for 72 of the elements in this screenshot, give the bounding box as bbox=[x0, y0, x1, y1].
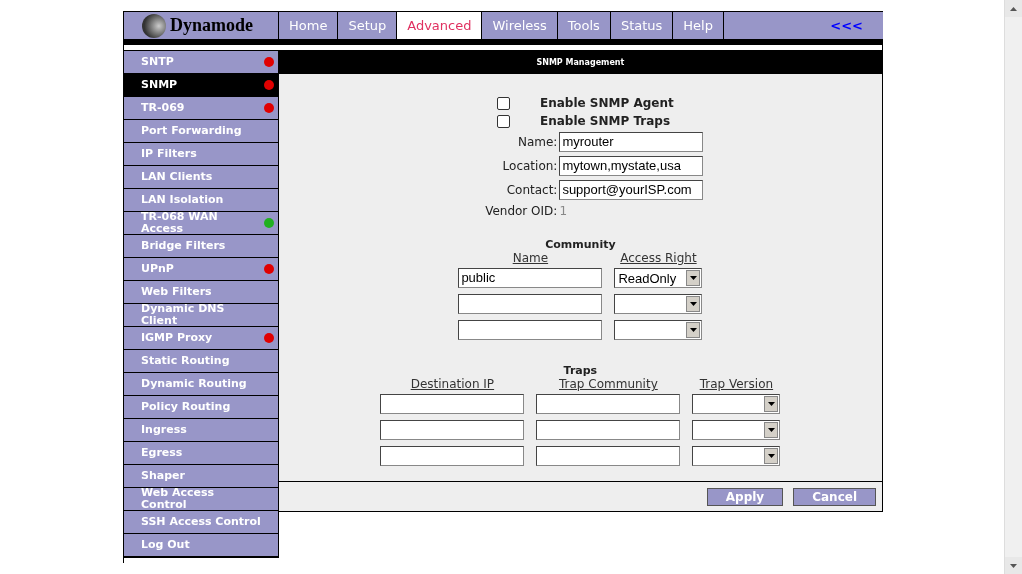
sidebar-item[interactable]: Egress bbox=[124, 442, 278, 465]
sidebar-item[interactable]: IP Filters bbox=[124, 143, 278, 166]
sidebar-item[interactable]: Dynamic Routing bbox=[124, 373, 278, 396]
sidebar-item[interactable]: Shaper bbox=[124, 465, 278, 488]
input-field[interactable]: support@yourISP.com bbox=[559, 180, 704, 200]
scroll-up-icon[interactable] bbox=[1005, 0, 1022, 17]
checkbox[interactable] bbox=[497, 114, 510, 128]
input-field[interactable] bbox=[458, 320, 603, 340]
input-field[interactable] bbox=[380, 394, 525, 414]
action-button[interactable]: Cancel bbox=[793, 487, 876, 506]
sidebar-item[interactable]: Log Out bbox=[124, 534, 278, 557]
section-title: Community bbox=[545, 238, 616, 251]
dropdown[interactable] bbox=[614, 320, 703, 340]
panel-title: SNMP Management bbox=[278, 51, 882, 74]
nav-tab[interactable]: Home bbox=[279, 12, 338, 39]
sidebar-item[interactable]: IGMP Proxy bbox=[124, 327, 278, 350]
column-header: Trap Version bbox=[699, 377, 774, 391]
sidebar-item[interactable]: Bridge Filters bbox=[124, 235, 278, 258]
column-header: Name bbox=[512, 251, 549, 265]
globe-icon bbox=[142, 13, 166, 38]
input-field[interactable]: mytown,mystate,usa bbox=[559, 156, 704, 176]
sidebar-item[interactable]: Static Routing bbox=[124, 350, 278, 373]
back-link[interactable]: <<< bbox=[830, 18, 863, 33]
dropdown[interactable] bbox=[692, 394, 781, 414]
sidebar-item[interactable]: SNTP bbox=[124, 51, 278, 74]
field-label: Contact: bbox=[505, 183, 558, 197]
sidebar-item[interactable]: Web Access Control bbox=[124, 488, 278, 511]
checkbox[interactable] bbox=[497, 96, 510, 110]
scroll-down-icon[interactable] bbox=[1005, 557, 1022, 574]
field-label: Location: bbox=[501, 159, 558, 173]
sidebar-item[interactable]: Port Forwarding bbox=[124, 120, 278, 143]
sidebar-item[interactable]: LAN Isolation bbox=[124, 189, 278, 212]
sidebar-item[interactable]: Ingress bbox=[124, 419, 278, 442]
input-field[interactable] bbox=[458, 294, 603, 314]
input-field[interactable] bbox=[536, 420, 681, 440]
field-label: Vendor OID: bbox=[484, 204, 558, 218]
sidebar-item[interactable]: UPnP bbox=[124, 258, 278, 281]
nav-tab[interactable]: Status bbox=[610, 12, 673, 39]
scrollbar[interactable] bbox=[1004, 0, 1022, 574]
sidebar-item[interactable]: TR-068 WAN Access bbox=[124, 212, 278, 235]
dropdown[interactable] bbox=[614, 294, 703, 314]
input-field[interactable] bbox=[536, 394, 681, 414]
input-field[interactable] bbox=[380, 446, 525, 466]
input-field[interactable] bbox=[380, 420, 525, 440]
nav-tab[interactable]: Tools bbox=[557, 12, 610, 39]
input-field[interactable]: public bbox=[458, 268, 603, 288]
section-title: Traps bbox=[563, 364, 598, 377]
sidebar-item[interactable]: Dynamic DNS Client bbox=[124, 304, 278, 327]
nav-tab[interactable]: Wireless bbox=[482, 12, 557, 39]
logo-text: Dynamode bbox=[170, 15, 253, 36]
sidebar-item[interactable]: SNMP bbox=[124, 74, 278, 97]
sidebar-item[interactable]: SSH Access Control bbox=[124, 511, 278, 534]
column-header: Access Right bbox=[620, 251, 697, 265]
field-label: Name: bbox=[516, 135, 558, 149]
input-field[interactable]: myrouter bbox=[559, 132, 704, 152]
nav-tab[interactable]: Advanced bbox=[397, 12, 482, 39]
column-header: Destination IP bbox=[410, 377, 495, 391]
action-button[interactable]: Apply bbox=[706, 487, 784, 506]
dropdown[interactable] bbox=[692, 446, 781, 466]
vendor-oid-value: 1 bbox=[559, 204, 569, 218]
checkbox-label: Enable SNMP Traps bbox=[540, 114, 671, 128]
dropdown[interactable] bbox=[692, 420, 781, 440]
sidebar-item[interactable]: Web Filters bbox=[124, 281, 278, 304]
sidebar-item[interactable]: TR-069 bbox=[124, 97, 278, 120]
nav-tab[interactable]: Setup bbox=[338, 12, 397, 39]
nav-tab[interactable]: Help bbox=[673, 12, 723, 39]
dropdown[interactable]: ReadOnly bbox=[614, 268, 703, 288]
checkbox-label: Enable SNMP Agent bbox=[540, 96, 674, 110]
column-header: Trap Community bbox=[559, 377, 658, 391]
sidebar-item[interactable]: Policy Routing bbox=[124, 396, 278, 419]
input-field[interactable] bbox=[536, 446, 681, 466]
sidebar-item[interactable]: LAN Clients bbox=[124, 166, 278, 189]
